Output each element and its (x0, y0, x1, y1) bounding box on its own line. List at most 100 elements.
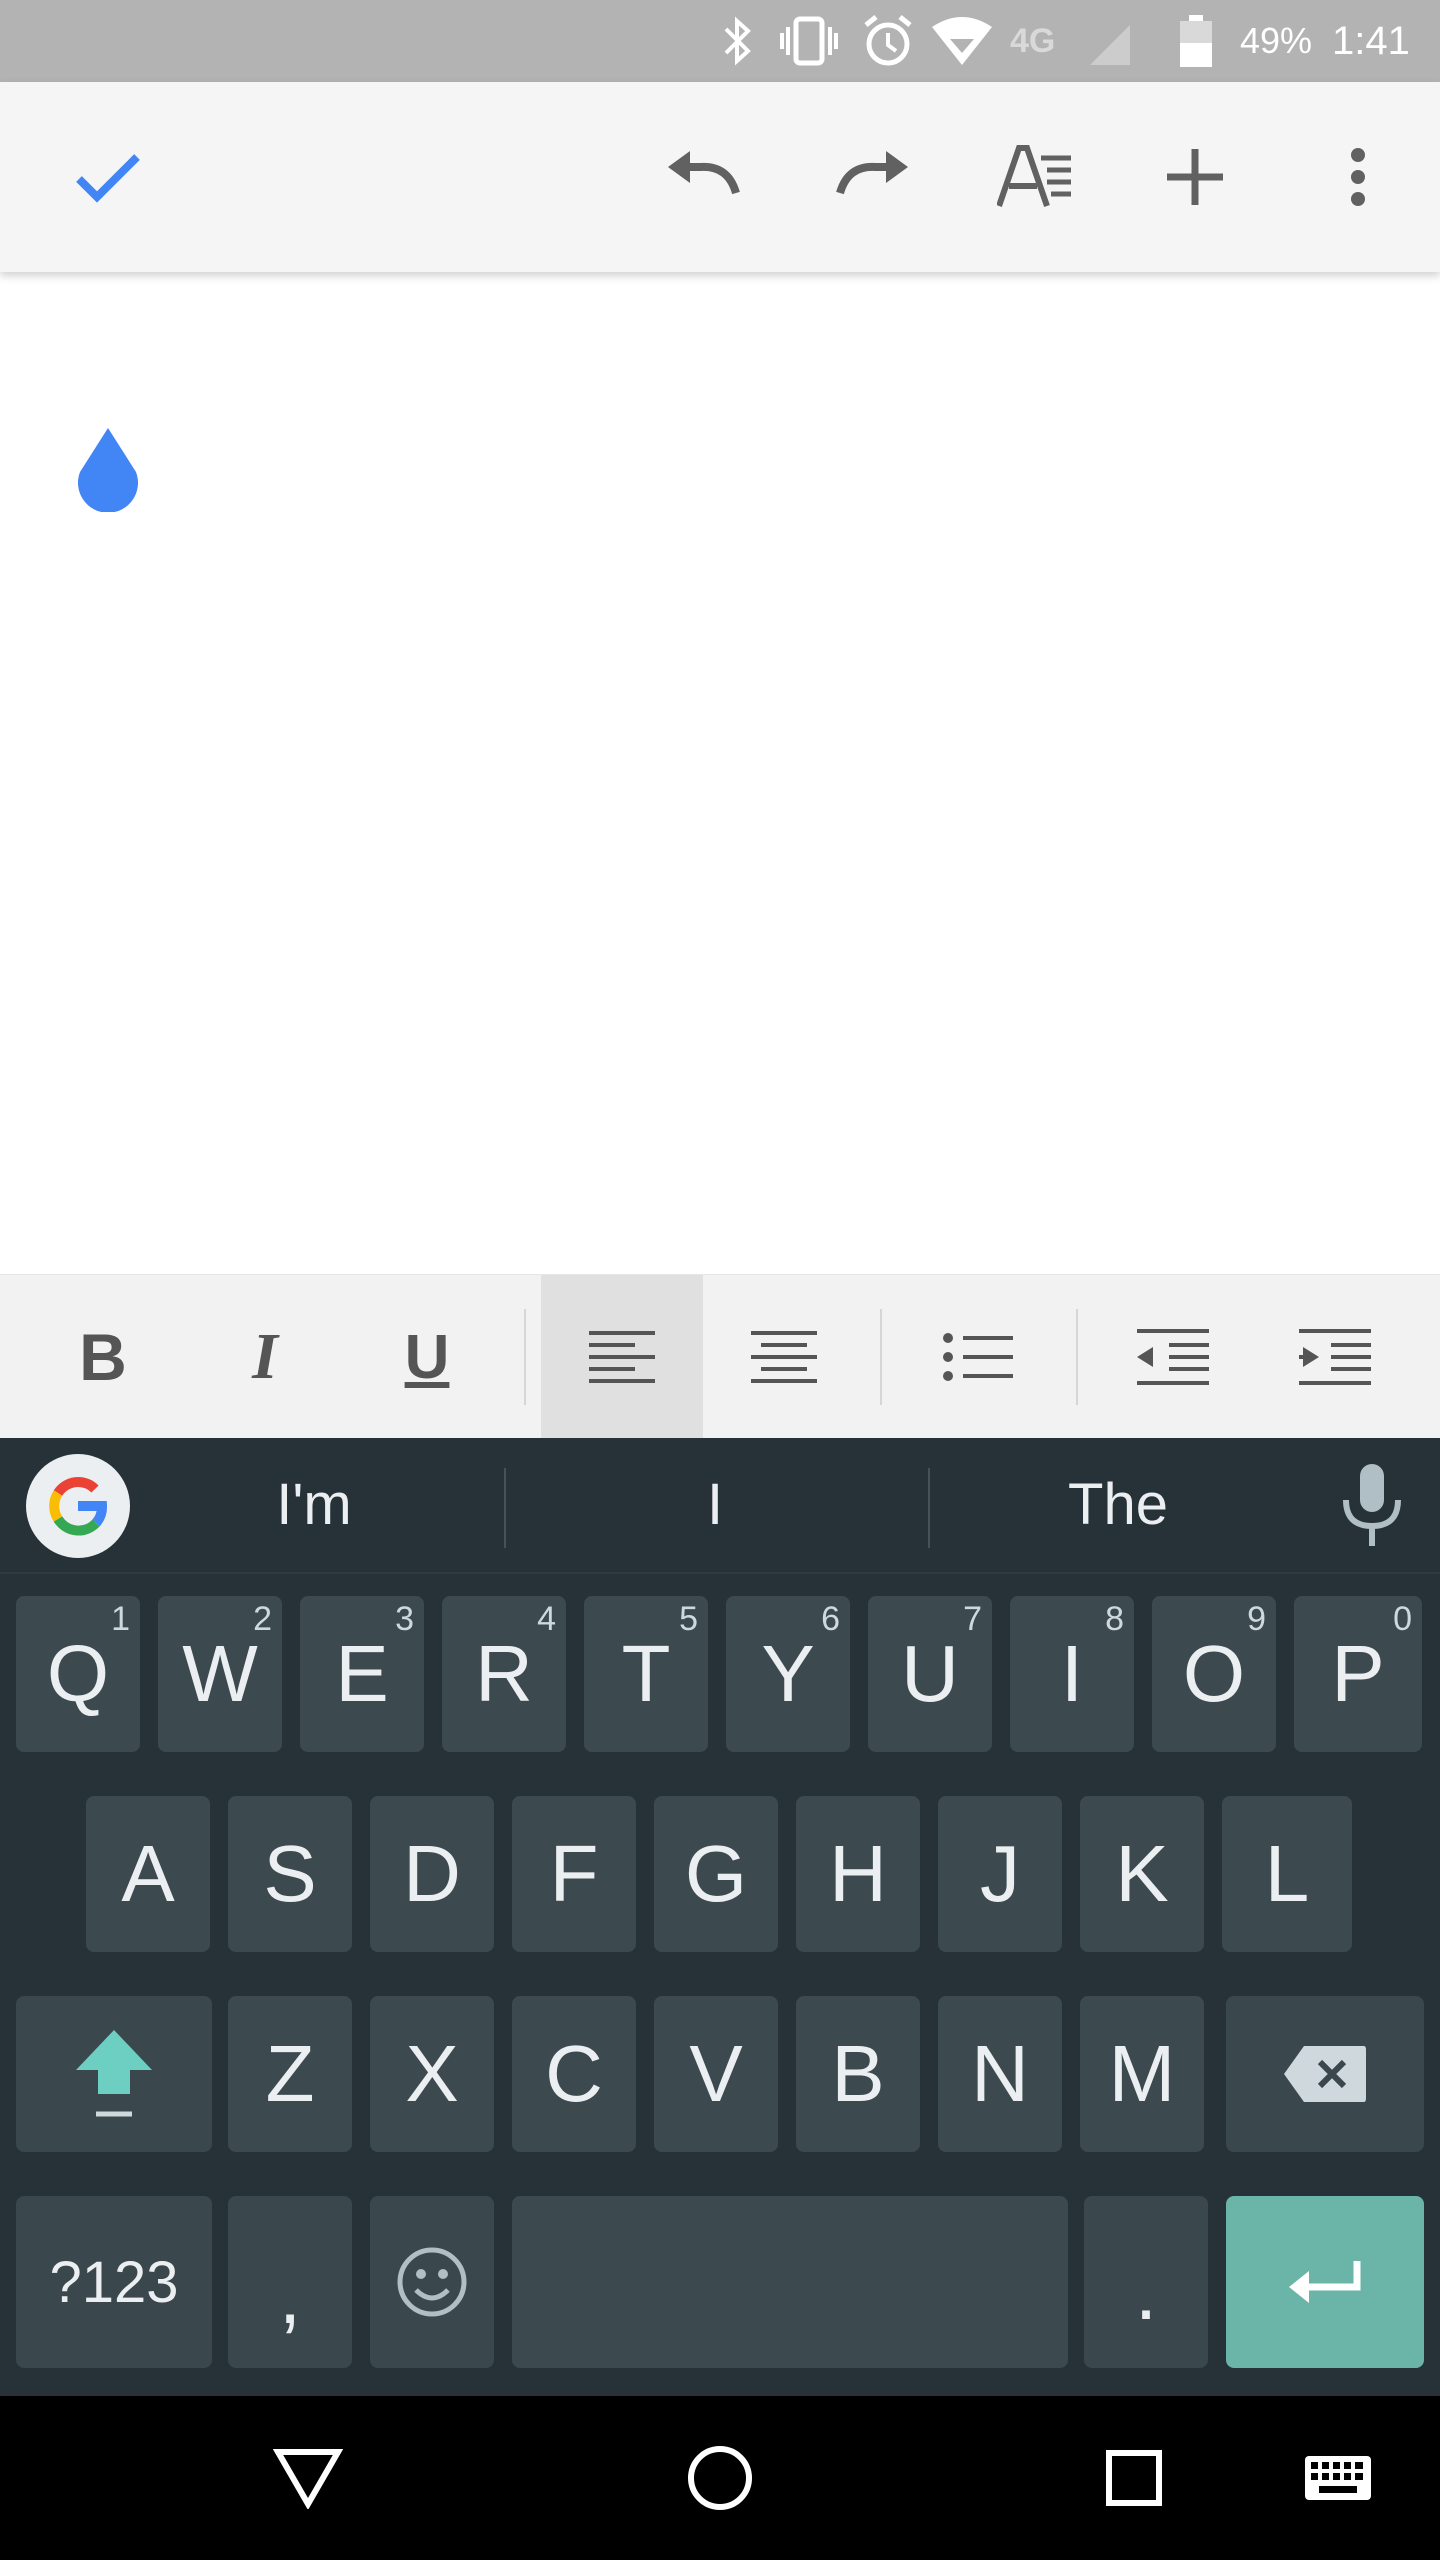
insert-button[interactable] (1145, 127, 1245, 227)
text-format-icon (997, 145, 1071, 207)
increase-indent-button[interactable] (1254, 1275, 1416, 1439)
key-g[interactable]: G (654, 1796, 778, 1952)
comma-key[interactable]: , (228, 2196, 352, 2368)
wifi-icon (930, 0, 994, 82)
battery-percent: 49% (1240, 20, 1313, 61)
home-button[interactable] (670, 2428, 770, 2528)
key-y[interactable]: Y6 (726, 1596, 850, 1752)
key-o[interactable]: O9 (1152, 1596, 1276, 1752)
separator (504, 1468, 506, 1548)
mic-icon[interactable] (1336, 1462, 1408, 1548)
keyboard-icon (1305, 2456, 1371, 2500)
align-left-button[interactable] (541, 1275, 703, 1439)
backspace-icon (1284, 2046, 1366, 2102)
battery-icon (1178, 0, 1214, 82)
google-g-icon (49, 1476, 107, 1536)
align-center-icon (751, 1331, 817, 1383)
back-button[interactable] (258, 2428, 358, 2528)
key-z[interactable]: Z (228, 1996, 352, 2152)
separator (880, 1309, 882, 1405)
bulleted-list-button[interactable] (898, 1275, 1060, 1439)
key-a[interactable]: A (86, 1796, 210, 1952)
key-l[interactable]: L (1222, 1796, 1352, 1952)
signal-icon (1086, 0, 1134, 82)
keyboard-switch-button[interactable] (1288, 2428, 1388, 2528)
decrease-indent-button[interactable] (1092, 1275, 1254, 1439)
suggestion-strip: I'm I The (0, 1438, 1440, 1574)
cursor-handle-icon[interactable] (72, 424, 144, 512)
enter-key[interactable] (1226, 2196, 1424, 2368)
key-c[interactable]: C (512, 1996, 636, 2152)
key-x[interactable]: X (370, 1996, 494, 2152)
key-m[interactable]: M (1080, 1996, 1204, 2152)
bold-button[interactable]: B (22, 1275, 184, 1439)
navigation-bar (0, 2396, 1440, 2560)
emoji-icon (397, 2247, 467, 2317)
key-e[interactable]: E3 (300, 1596, 424, 1752)
recents-square-icon (1106, 2450, 1162, 2506)
document-body[interactable] (0, 272, 1440, 1274)
key-b[interactable]: B (796, 1996, 920, 2152)
suggestion-2[interactable]: I (560, 1438, 870, 1572)
vibrate-icon (778, 0, 840, 82)
plus-icon (1167, 149, 1223, 205)
redo-button[interactable] (820, 127, 920, 227)
google-logo-button[interactable] (26, 1454, 130, 1558)
backspace-key[interactable] (1226, 1996, 1424, 2152)
key-j[interactable]: J (938, 1796, 1062, 1952)
redo-icon (836, 151, 908, 195)
align-left-icon (589, 1331, 655, 1383)
shift-key[interactable] (16, 1996, 212, 2152)
key-n[interactable]: N (938, 1996, 1062, 2152)
key-h[interactable]: H (796, 1796, 920, 1952)
key-q[interactable]: Q1 (16, 1596, 140, 1752)
text-format-button[interactable] (985, 127, 1085, 227)
separator (1076, 1309, 1078, 1405)
home-circle-icon (688, 2446, 752, 2510)
underline-button[interactable]: U (346, 1275, 508, 1439)
key-s[interactable]: S (228, 1796, 352, 1952)
bold-icon: B (79, 1320, 127, 1394)
clock: 1:41 (1332, 19, 1410, 63)
recents-button[interactable] (1084, 2428, 1184, 2528)
undo-icon (668, 151, 740, 195)
status-bar: 4G 49% 1:41 (0, 0, 1440, 82)
bluetooth-icon (720, 0, 756, 82)
italic-icon: I (252, 1320, 278, 1393)
key-f[interactable]: F (512, 1796, 636, 1952)
decrease-indent-icon (1137, 1329, 1209, 1385)
key-w[interactable]: W2 (158, 1596, 282, 1752)
shift-icon (76, 2030, 152, 2117)
align-center-button[interactable] (703, 1275, 865, 1439)
increase-indent-icon (1299, 1329, 1371, 1385)
key-t[interactable]: T5 (584, 1596, 708, 1752)
underline-icon: U (404, 1322, 450, 1392)
key-r[interactable]: R4 (442, 1596, 566, 1752)
key-u[interactable]: U7 (868, 1596, 992, 1752)
back-triangle-icon (273, 2449, 343, 2509)
separator (524, 1309, 526, 1405)
emoji-key[interactable] (370, 2196, 494, 2368)
italic-button[interactable]: I (184, 1275, 346, 1439)
undo-button[interactable] (656, 127, 756, 227)
suggestion-3[interactable]: The (970, 1438, 1266, 1572)
check-icon (76, 154, 140, 203)
network-type: 4G (1010, 22, 1056, 60)
enter-icon (1289, 2261, 1361, 2303)
soft-keyboard: I'm I The Q1 W2 E3 R4 T5 Y6 U7 I8 O9 P0 … (0, 1438, 1440, 2396)
formatting-bar: B I U (0, 1274, 1440, 1439)
key-p[interactable]: P0 (1294, 1596, 1422, 1752)
more-options-button[interactable] (1308, 127, 1408, 227)
key-d[interactable]: D (370, 1796, 494, 1952)
key-k[interactable]: K (1080, 1796, 1204, 1952)
editor-toolbar (0, 82, 1440, 272)
alarm-icon (860, 0, 916, 82)
key-v[interactable]: V (654, 1996, 778, 2152)
key-i[interactable]: I8 (1010, 1596, 1134, 1752)
bulleted-list-icon (943, 1333, 1013, 1381)
done-button[interactable] (58, 127, 158, 227)
symbols-key[interactable]: ?123 (16, 2196, 212, 2368)
space-key[interactable] (512, 2196, 1068, 2368)
period-key[interactable]: . (1084, 2196, 1208, 2368)
suggestion-1[interactable]: I'm (168, 1438, 460, 1572)
